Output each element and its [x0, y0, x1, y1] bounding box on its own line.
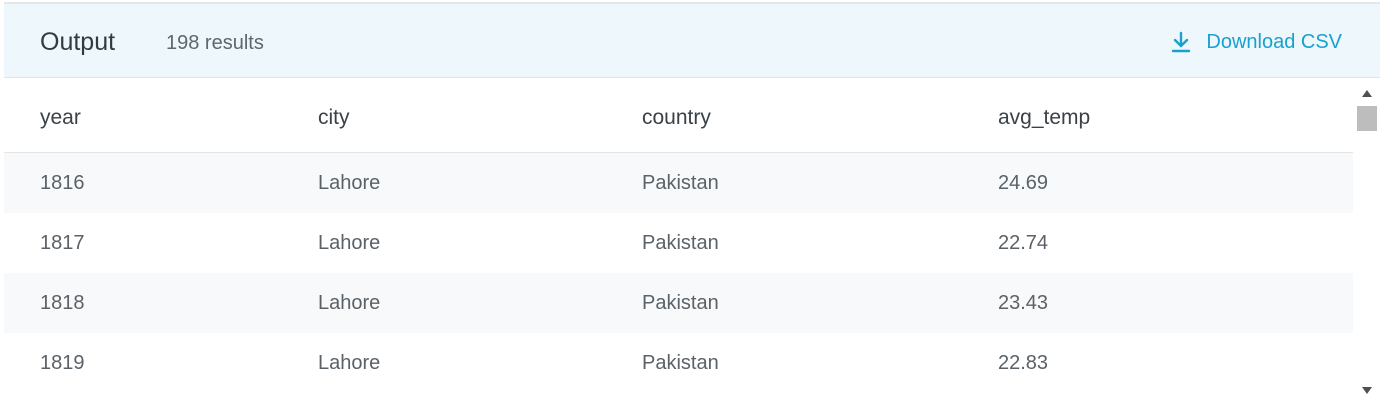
column-header-country[interactable]: country: [642, 105, 711, 131]
cell-city: Lahore: [318, 352, 381, 374]
cell-year: 1819: [40, 352, 85, 374]
cell-country: Pakistan: [642, 352, 719, 374]
results-table: year city country avg_temp 1816 Lahore P…: [4, 78, 1353, 404]
cell-avg-temp: 24.69: [998, 172, 1049, 194]
table-row: 1816 Lahore Pakistan 24.69: [4, 153, 1353, 213]
vertical-scrollbar[interactable]: [1354, 78, 1380, 404]
cell-year: 1816: [40, 172, 85, 194]
cell-year: 1818: [40, 292, 85, 314]
panel-title: Output: [40, 28, 116, 56]
cell-country: Pakistan: [642, 292, 719, 314]
column-header-city[interactable]: city: [318, 105, 350, 131]
table-row: 1818 Lahore Pakistan 23.43: [4, 273, 1353, 333]
cell-city: Lahore: [318, 172, 381, 194]
cell-city: Lahore: [318, 292, 381, 314]
download-csv-label: Download CSV: [1206, 31, 1342, 53]
cell-country: Pakistan: [642, 172, 719, 194]
cell-avg-temp: 22.74: [998, 232, 1049, 254]
result-count: 198 results: [166, 32, 264, 54]
cell-year: 1817: [40, 232, 85, 254]
cell-country: Pakistan: [642, 232, 719, 254]
output-panel: Output 198 results Download CSV year cit…: [4, 2, 1380, 404]
scroll-down-arrow-icon[interactable]: [1362, 387, 1372, 394]
cell-avg-temp: 23.43: [998, 292, 1049, 314]
table-header-row: year city country avg_temp: [4, 78, 1353, 153]
table-row: 1817 Lahore Pakistan 22.74: [4, 213, 1353, 273]
cell-avg-temp: 22.83: [998, 352, 1049, 374]
download-csv-button[interactable]: Download CSV: [1170, 29, 1342, 55]
output-header: Output 198 results Download CSV: [4, 4, 1380, 78]
scrollbar-thumb[interactable]: [1357, 106, 1377, 131]
column-header-year[interactable]: year: [40, 105, 81, 131]
table-row: 1819 Lahore Pakistan 22.83: [4, 333, 1353, 393]
cell-city: Lahore: [318, 232, 381, 254]
download-icon: [1170, 30, 1192, 54]
column-header-avg-temp[interactable]: avg_temp: [998, 105, 1090, 131]
scroll-up-arrow-icon[interactable]: [1362, 90, 1372, 97]
